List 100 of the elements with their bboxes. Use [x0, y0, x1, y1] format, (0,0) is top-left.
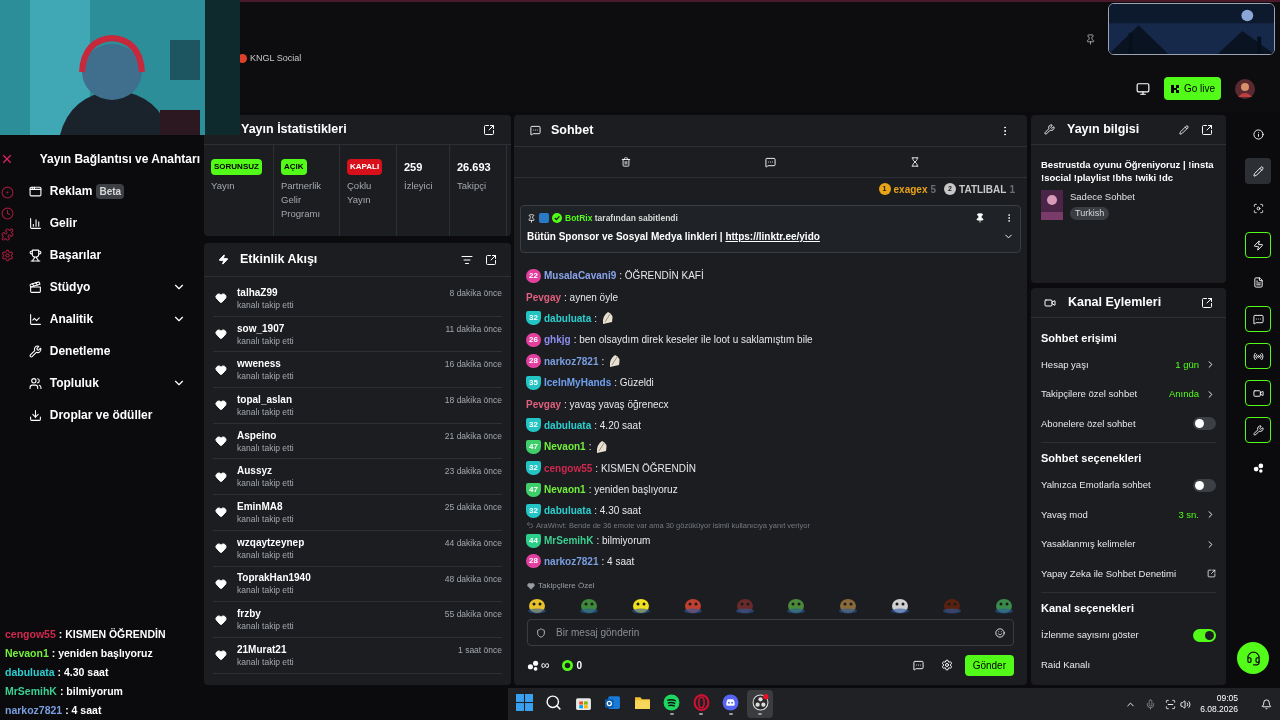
chat-message: : yavaş yavaş öğrenecx: [564, 397, 669, 412]
subscriber-badge: 32: [526, 461, 541, 476]
setting-row[interactable]: Yavaş mod 3 sn.: [1041, 500, 1216, 530]
filter-icon[interactable]: [461, 253, 473, 266]
setting-row[interactable]: Takipçilere özel sohbet Anında: [1041, 379, 1216, 409]
pinned-text: Bütün Sponsor ve Sosyal Medya linkleri | https://linktr.ee/yido: [527, 229, 820, 244]
heart-icon: [215, 577, 227, 590]
follow-action: kanalı takip etti: [237, 477, 294, 490]
nav-icon: [28, 312, 42, 326]
message-input[interactable]: Bir mesaj gönderin: [527, 619, 1014, 646]
sidebar-item[interactable]: Stüdyo: [14, 271, 200, 303]
sidebar-item[interactable]: Başarılar: [14, 239, 200, 271]
video-camera-icon: [1044, 296, 1056, 309]
sidebar-item[interactable]: Analitik: [14, 303, 200, 335]
event-time: 55 dakika önce: [444, 608, 502, 621]
chat-message: : yeniden başlıyoruz: [588, 483, 678, 498]
emote-option[interactable]: [890, 596, 911, 614]
leader-name: TATLIBAL: [959, 182, 1007, 197]
nav-icon: [28, 376, 42, 390]
chat-username: IceInMyHands: [544, 376, 612, 391]
link[interactable]: https://linktr.ee/yido: [725, 230, 820, 242]
setting-row[interactable]: İzlenme sayısını göster: [1041, 620, 1216, 650]
edit-icon[interactable]: [1179, 124, 1189, 135]
browser-icon: [692, 693, 710, 711]
stat-label: Takipçi: [457, 179, 488, 193]
monitor-icon[interactable]: [1135, 81, 1150, 96]
section-heading: Sohbet erişimi: [1041, 330, 1118, 346]
follower-name: Aspeino: [237, 428, 278, 442]
chat-username: Pevgay: [526, 397, 562, 412]
panel-title: Sohbet: [551, 122, 594, 140]
emote-option[interactable]: [527, 596, 547, 614]
verified-icon: [552, 213, 562, 224]
popout-icon[interactable]: [1201, 296, 1213, 309]
chat-message: : ÖĞRENDİN KAFİ: [619, 268, 704, 284]
side-tool-button[interactable]: [1245, 306, 1271, 332]
toggle-switch[interactable]: [1193, 417, 1216, 431]
chat-icon[interactable]: [765, 156, 776, 168]
leader-name: exagex: [893, 182, 928, 197]
setting-row[interactable]: Raid Kanalı: [1041, 650, 1216, 680]
chat-username: narkoz7821: [5, 702, 63, 718]
chat-message: : yeniden başlıyoruz: [51, 645, 153, 661]
nav-icon: [28, 248, 42, 262]
microphone-icon[interactable]: [1145, 698, 1157, 710]
setting-row[interactable]: Yalnızca Emotlarla sohbet: [1041, 470, 1216, 500]
nav-icon: [28, 216, 42, 230]
event-time: 11 dakika önce: [445, 322, 502, 336]
dots-icon: [527, 659, 539, 671]
heart-icon: [215, 542, 227, 555]
event-time: 23 dakika önce: [444, 465, 502, 479]
heart-icon: [215, 470, 227, 483]
emote-option[interactable]: [630, 596, 651, 614]
go-live-button[interactable]: Go live: [1163, 77, 1221, 100]
setting-row[interactable]: Abonelere özel sohbet: [1041, 409, 1216, 439]
emoji-icon[interactable]: [995, 627, 1005, 638]
popout-icon[interactable]: [483, 123, 495, 136]
avatar-icon[interactable]: [1235, 78, 1255, 99]
hourglass-icon[interactable]: [910, 157, 920, 167]
message-field[interactable]: Bir mesaj gönderin: [556, 625, 995, 640]
send-button[interactable]: Gönder: [964, 654, 1014, 676]
setting-row[interactable]: Hesap yaşı 1 gün: [1041, 350, 1216, 380]
sidebar-item[interactable]: Denetleme: [14, 335, 200, 367]
volume-icon[interactable]: [1180, 698, 1192, 710]
side-tool-button[interactable]: [1245, 158, 1271, 184]
chat-message: : KISMEN ÖĞRENDİN: [58, 626, 166, 642]
delete-icon[interactable]: [621, 157, 631, 167]
support-button[interactable]: [1237, 642, 1269, 674]
chat-username: dabuluata: [544, 418, 592, 433]
chat-icon[interactable]: [912, 659, 924, 671]
heart-icon: [215, 328, 227, 341]
heart-icon: [215, 435, 227, 448]
setting-row[interactable]: Yasaklanmış kelimeler: [1041, 529, 1216, 559]
setting-row[interactable]: Yapay Zeka ile Sohbet Denetimi: [1041, 559, 1216, 589]
heart-icon: [215, 613, 227, 626]
heart-icon: [215, 506, 227, 519]
sidebar-item[interactable]: Gelir: [14, 207, 200, 239]
toggle-switch[interactable]: [1193, 478, 1216, 492]
toggle-switch[interactable]: [1193, 628, 1216, 642]
sidebar-item[interactable]: Droplar ve ödüller: [14, 399, 200, 431]
section-heading: Kanal seçenekleri: [1041, 601, 1135, 617]
popout-icon[interactable]: [1201, 123, 1213, 136]
side-tool-button[interactable]: [1245, 343, 1271, 369]
taskbar-app[interactable]: [747, 690, 773, 718]
subscriber-badge: 35: [526, 375, 541, 390]
chat-message: : 4 saat: [65, 702, 102, 718]
chat-username: narkoz7821: [544, 354, 599, 369]
search-icon: [545, 693, 562, 711]
chat-username: MrSemihK: [544, 534, 594, 549]
notification-icon[interactable]: [1261, 698, 1272, 710]
follow-action: kanalı takip etti: [237, 441, 294, 454]
side-tool-button[interactable]: [1245, 417, 1271, 443]
follower-name: topal_aslan: [237, 392, 294, 406]
popout-icon[interactable]: [485, 253, 497, 266]
leader-count: 5: [930, 182, 937, 197]
sidebar-item[interactable]: Topluluk: [14, 367, 200, 399]
side-tool-button[interactable]: [1245, 232, 1271, 258]
pin-icon[interactable]: [975, 213, 985, 224]
follow-action: kanalı takip etti: [237, 370, 294, 383]
sidebar-item[interactable]: Reklam Beta: [14, 175, 200, 207]
sidebar-heading[interactable]: Yayın Bağlantısı ve Anahtarı: [14, 150, 200, 168]
side-tool-button[interactable]: [1245, 380, 1271, 406]
